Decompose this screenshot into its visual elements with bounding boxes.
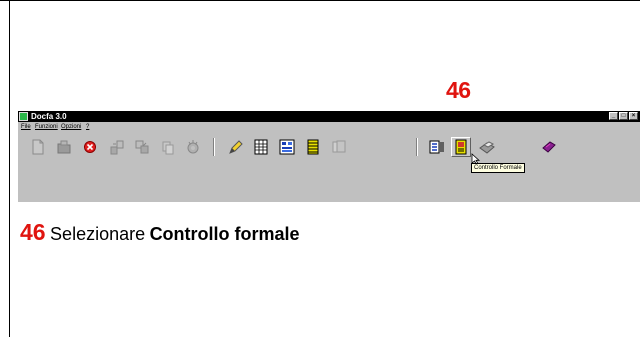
instruction-number: 46: [20, 219, 46, 245]
frame-left-border: [9, 0, 10, 337]
open-folder-icon[interactable]: [54, 137, 74, 157]
grid-icon[interactable]: [251, 137, 271, 157]
book-icon[interactable]: [539, 137, 559, 157]
instruction-action: Controllo formale: [149, 224, 300, 244]
menu-help[interactable]: ?: [86, 122, 89, 132]
toolbar: Controllo Formale: [18, 132, 640, 173]
pages-icon[interactable]: [329, 137, 349, 157]
app-window: Docfa 3.0 _ □ × File Funzioni Opzioni ?: [18, 111, 640, 202]
maximize-button[interactable]: □: [619, 112, 628, 120]
app-icon: [19, 112, 28, 121]
formal-check-icon[interactable]: [451, 137, 471, 157]
frame-top-border: [0, 0, 640, 1]
new-document-icon[interactable]: [28, 137, 48, 157]
delete-icon[interactable]: [80, 137, 100, 157]
form-icon[interactable]: [277, 137, 297, 157]
menu-opzioni[interactable]: Opzioni: [61, 122, 81, 132]
export-icon[interactable]: [107, 137, 127, 157]
window-title: Docfa 3.0: [31, 112, 67, 121]
toolbar-separator: [213, 138, 215, 156]
menu-file[interactable]: File: [21, 122, 31, 132]
minimize-button[interactable]: _: [609, 112, 618, 120]
window-controls: _ □ ×: [609, 112, 638, 120]
columns-icon[interactable]: [427, 137, 447, 157]
gear-icon[interactable]: [183, 137, 203, 157]
callout-number: 46: [446, 77, 471, 103]
close-button[interactable]: ×: [629, 112, 638, 120]
instruction-prefix: Selezionare: [50, 224, 146, 244]
tooltip: Controllo Formale: [471, 163, 525, 173]
copy-icon[interactable]: [158, 137, 178, 157]
title-bar: Docfa 3.0 _ □ ×: [18, 111, 640, 122]
pencil-icon[interactable]: [225, 137, 245, 157]
instruction-line: 46 Selezionare Controllo formale: [20, 219, 300, 246]
toolbar-separator: [416, 138, 418, 156]
menu-bar: File Funzioni Opzioni ?: [18, 122, 640, 132]
list-icon[interactable]: [303, 137, 323, 157]
import-icon[interactable]: [132, 137, 152, 157]
menu-funzioni[interactable]: Funzioni: [35, 122, 58, 132]
